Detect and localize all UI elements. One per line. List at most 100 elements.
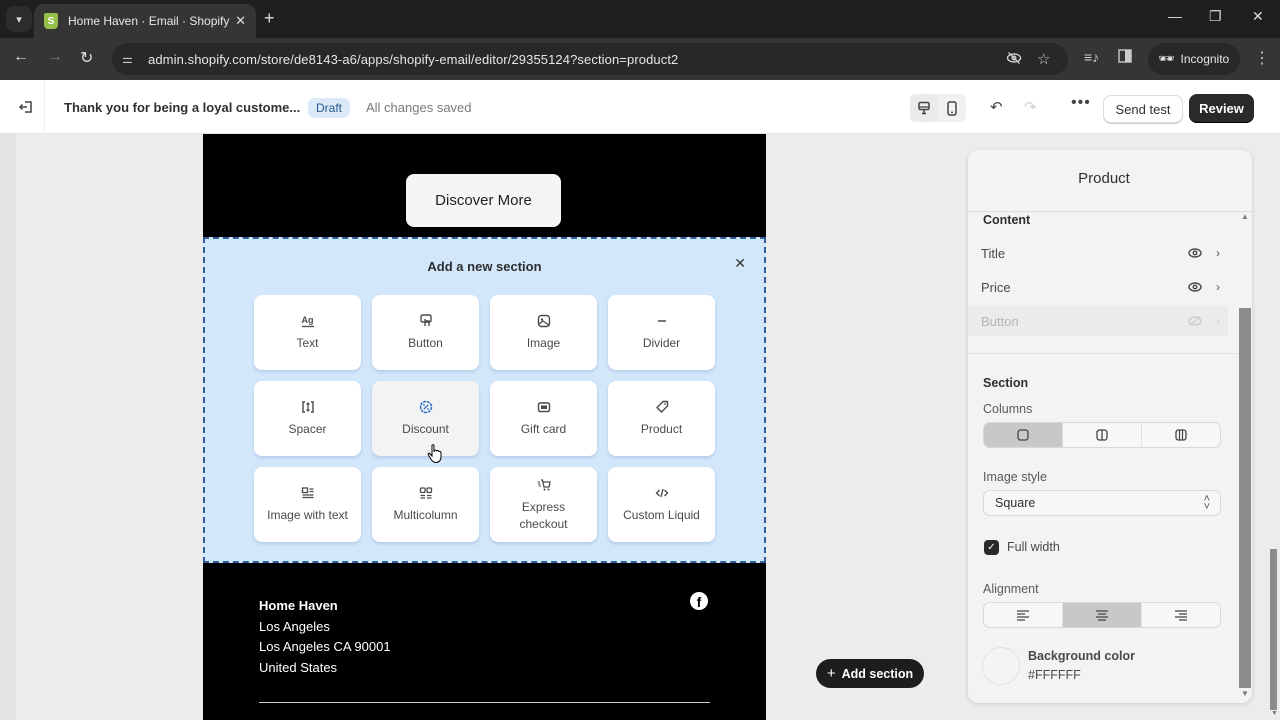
section-tile-button[interactable]: Button xyxy=(372,295,479,370)
browser-menu-icon[interactable]: ⋮ xyxy=(1254,48,1270,68)
back-icon[interactable]: ← xyxy=(13,48,29,66)
reload-icon[interactable]: ↻ xyxy=(80,48,93,68)
minimize-icon[interactable]: — xyxy=(1168,8,1182,24)
content-item-button[interactable]: Button › xyxy=(968,306,1228,336)
align-center-icon xyxy=(1096,610,1108,621)
browser-tab-active[interactable]: S Home Haven · Email · Shopify ✕ xyxy=(34,4,256,38)
select-caret-icon: ˄ ˅ xyxy=(1203,493,1210,513)
image-style-select[interactable]: Square ˄ ˅ xyxy=(983,490,1221,516)
review-button[interactable]: Review xyxy=(1189,94,1254,123)
section-tile-gift-card[interactable]: Gift card xyxy=(490,381,597,456)
page-scrollbar-thumb[interactable] xyxy=(1270,549,1277,710)
alignment-label: Alignment xyxy=(983,582,1039,596)
background-color-swatch[interactable] xyxy=(982,647,1020,685)
section-tile-product[interactable]: Product xyxy=(608,381,715,456)
mobile-preview-button[interactable] xyxy=(938,94,966,122)
spacer-icon xyxy=(300,399,316,415)
section-tile-spacer[interactable]: Spacer xyxy=(254,381,361,456)
url-text[interactable]: admin.shopify.com/store/de8143-a6/apps/s… xyxy=(148,52,678,67)
tab-search-button[interactable]: ▾ xyxy=(6,6,32,32)
full-width-label[interactable]: Full width xyxy=(1007,540,1060,554)
section-tile-express-checkout[interactable]: Express checkout xyxy=(490,467,597,542)
tab-close-icon[interactable]: ✕ xyxy=(235,13,246,29)
one-column-icon xyxy=(1017,429,1029,441)
eye-icon[interactable] xyxy=(1188,282,1202,292)
content-group-label: Content xyxy=(983,213,1031,227)
columns-2-button[interactable] xyxy=(1063,423,1142,447)
eye-off-icon[interactable] xyxy=(1188,316,1202,326)
undo-icon[interactable]: ↶ xyxy=(990,98,1003,116)
image-style-label: Image style xyxy=(983,470,1047,484)
divider-icon xyxy=(654,313,670,329)
browser-tab-bar: ▾ S Home Haven · Email · Shopify ✕ + — ❐… xyxy=(0,0,1280,38)
bookmark-star-icon[interactable]: ☆ xyxy=(1037,50,1050,68)
content-item-title[interactable]: Title › xyxy=(968,238,1228,268)
desktop-icon xyxy=(918,101,930,115)
address-bar[interactable]: ⚌ admin.shopify.com/store/de8143-a6/apps… xyxy=(112,43,1068,75)
full-width-checkbox[interactable]: ✓ xyxy=(984,540,999,555)
tile-label: Text xyxy=(296,336,319,350)
panel-title: Product xyxy=(1078,170,1130,187)
discover-more-button[interactable]: Discover More xyxy=(406,174,561,227)
more-actions-icon[interactable]: ••• xyxy=(1071,94,1091,112)
page-scroll-down-icon[interactable]: ▼ xyxy=(1271,710,1278,717)
tile-label: Discount xyxy=(402,422,449,436)
align-left-button[interactable] xyxy=(984,603,1063,627)
align-center-button[interactable] xyxy=(1063,603,1142,627)
incognito-profile-button[interactable]: 🕶 Incognito xyxy=(1148,43,1240,75)
scroll-up-arrow-icon[interactable]: ▲ xyxy=(1241,212,1249,221)
facebook-icon[interactable]: f xyxy=(690,592,708,610)
media-control-icon[interactable]: ≡♪ xyxy=(1084,49,1099,65)
eye-icon[interactable] xyxy=(1188,248,1202,258)
hand-pointer-cursor-icon xyxy=(427,444,442,464)
close-window-icon[interactable]: ✕ xyxy=(1252,8,1264,25)
footer-city: Los Angeles xyxy=(259,618,330,634)
tile-label: Divider xyxy=(642,336,681,350)
product-settings-panel: Product Content Title › Price › Button ›… xyxy=(968,150,1252,703)
exit-editor-icon[interactable] xyxy=(14,96,38,118)
redo-icon[interactable]: ↷ xyxy=(1024,98,1037,116)
align-right-button[interactable] xyxy=(1142,603,1220,627)
express-checkout-icon xyxy=(536,477,552,493)
tile-label: Multicolumn xyxy=(393,508,458,522)
section-tile-image-with-text[interactable]: Image with text xyxy=(254,467,361,542)
section-tile-custom-liquid[interactable]: Custom Liquid xyxy=(608,467,715,542)
new-tab-icon[interactable]: + xyxy=(264,8,275,29)
button-icon xyxy=(418,313,434,329)
site-info-icon[interactable]: ⚌ xyxy=(122,52,146,66)
section-tile-text[interactable]: Ag Text xyxy=(254,295,361,370)
content-item-label: Title xyxy=(981,245,1006,261)
footer-country: United States xyxy=(259,659,338,675)
chevron-right-icon[interactable]: › xyxy=(1216,246,1220,260)
add-section-button[interactable]: + Add section xyxy=(816,659,924,688)
tile-label: Button xyxy=(408,336,443,350)
columns-1-button[interactable] xyxy=(984,423,1063,447)
section-tile-discount[interactable]: Discount xyxy=(372,381,479,456)
send-test-button[interactable]: Send test xyxy=(1103,95,1183,123)
chevron-right-icon[interactable]: › xyxy=(1216,314,1220,328)
add-section-label: Add section xyxy=(841,666,914,681)
image-style-value: Square xyxy=(995,496,1036,510)
section-tile-image[interactable]: Image xyxy=(490,295,597,370)
section-type-grid: Ag Text Button Image Divider Spacer Disc… xyxy=(254,295,718,542)
email-title[interactable]: Thank you for being a loyal custome... xyxy=(64,100,300,115)
desktop-preview-button[interactable] xyxy=(910,94,938,122)
eye-off-icon[interactable] xyxy=(1006,50,1022,70)
scroll-down-arrow-icon[interactable]: ▼ xyxy=(1241,689,1249,698)
content-item-price[interactable]: Price › xyxy=(968,272,1228,302)
restore-icon[interactable]: ❐ xyxy=(1209,8,1222,25)
editor-header: Thank you for being a loyal custome... D… xyxy=(0,80,1280,134)
chevron-right-icon[interactable]: › xyxy=(1216,280,1220,294)
panel-divider xyxy=(968,211,1252,212)
background-color-label: Background color xyxy=(1028,649,1135,663)
section-tile-multicolumn[interactable]: Multicolumn xyxy=(372,467,479,542)
forward-icon[interactable]: → xyxy=(47,48,63,66)
panel-scrollbar-thumb[interactable] xyxy=(1239,308,1251,688)
background-color-value[interactable]: #FFFFFF xyxy=(1028,668,1081,682)
panel-divider xyxy=(968,353,1238,354)
side-panel-icon[interactable] xyxy=(1118,49,1132,66)
columns-3-button[interactable] xyxy=(1142,423,1220,447)
add-section-title: Add a new section xyxy=(427,259,542,274)
section-tile-divider[interactable]: Divider xyxy=(608,295,715,370)
close-icon[interactable]: ✕ xyxy=(734,255,746,272)
